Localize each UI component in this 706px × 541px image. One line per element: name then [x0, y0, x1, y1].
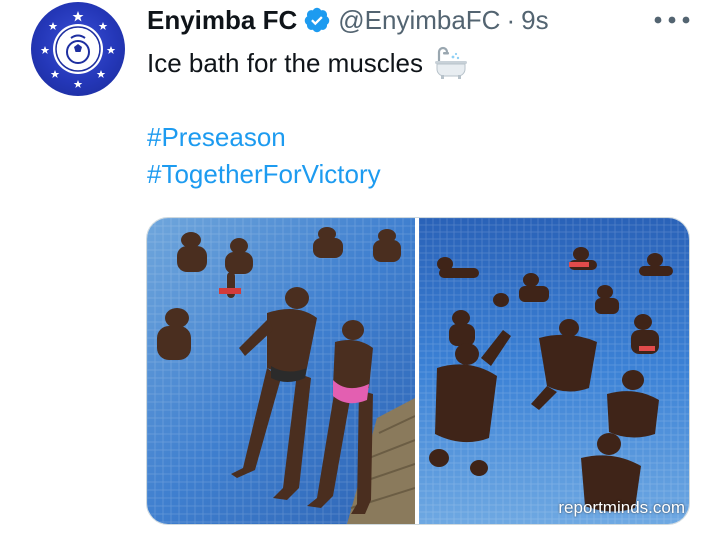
avatar[interactable]: [31, 2, 125, 96]
tweet-text: Ice bath for the muscles: [147, 46, 469, 80]
bathtub-icon: [435, 46, 468, 79]
verified-badge-icon: [304, 7, 330, 33]
photo-watermark: reportminds.com: [558, 498, 685, 517]
handle[interactable]: @EnyimbaFC: [338, 5, 500, 36]
players-in-pool-photo: [147, 218, 415, 524]
timestamp[interactable]: 9s: [521, 5, 548, 36]
club-crest-icon: [40, 11, 116, 88]
hashtag-preseason[interactable]: #Preseason: [147, 122, 286, 153]
display-name[interactable]: Enyimba FC: [147, 5, 297, 36]
players-in-pool-photo: [419, 218, 689, 524]
tweet-body: Ice bath for the muscles: [147, 47, 424, 78]
hashtag-togetherforvictory[interactable]: #TogetherForVictory: [147, 159, 381, 190]
separator-dot: ·: [506, 4, 516, 35]
tweet[interactable]: Enyimba FC @EnyimbaFC · 9s Ice bath for …: [0, 0, 706, 541]
photo-2[interactable]: [419, 218, 689, 524]
photo-1[interactable]: [147, 218, 415, 524]
more-options-icon[interactable]: [652, 12, 692, 28]
tweet-header: Enyimba FC @EnyimbaFC · 9s: [147, 2, 549, 38]
media-grid: reportminds.com: [146, 217, 690, 525]
